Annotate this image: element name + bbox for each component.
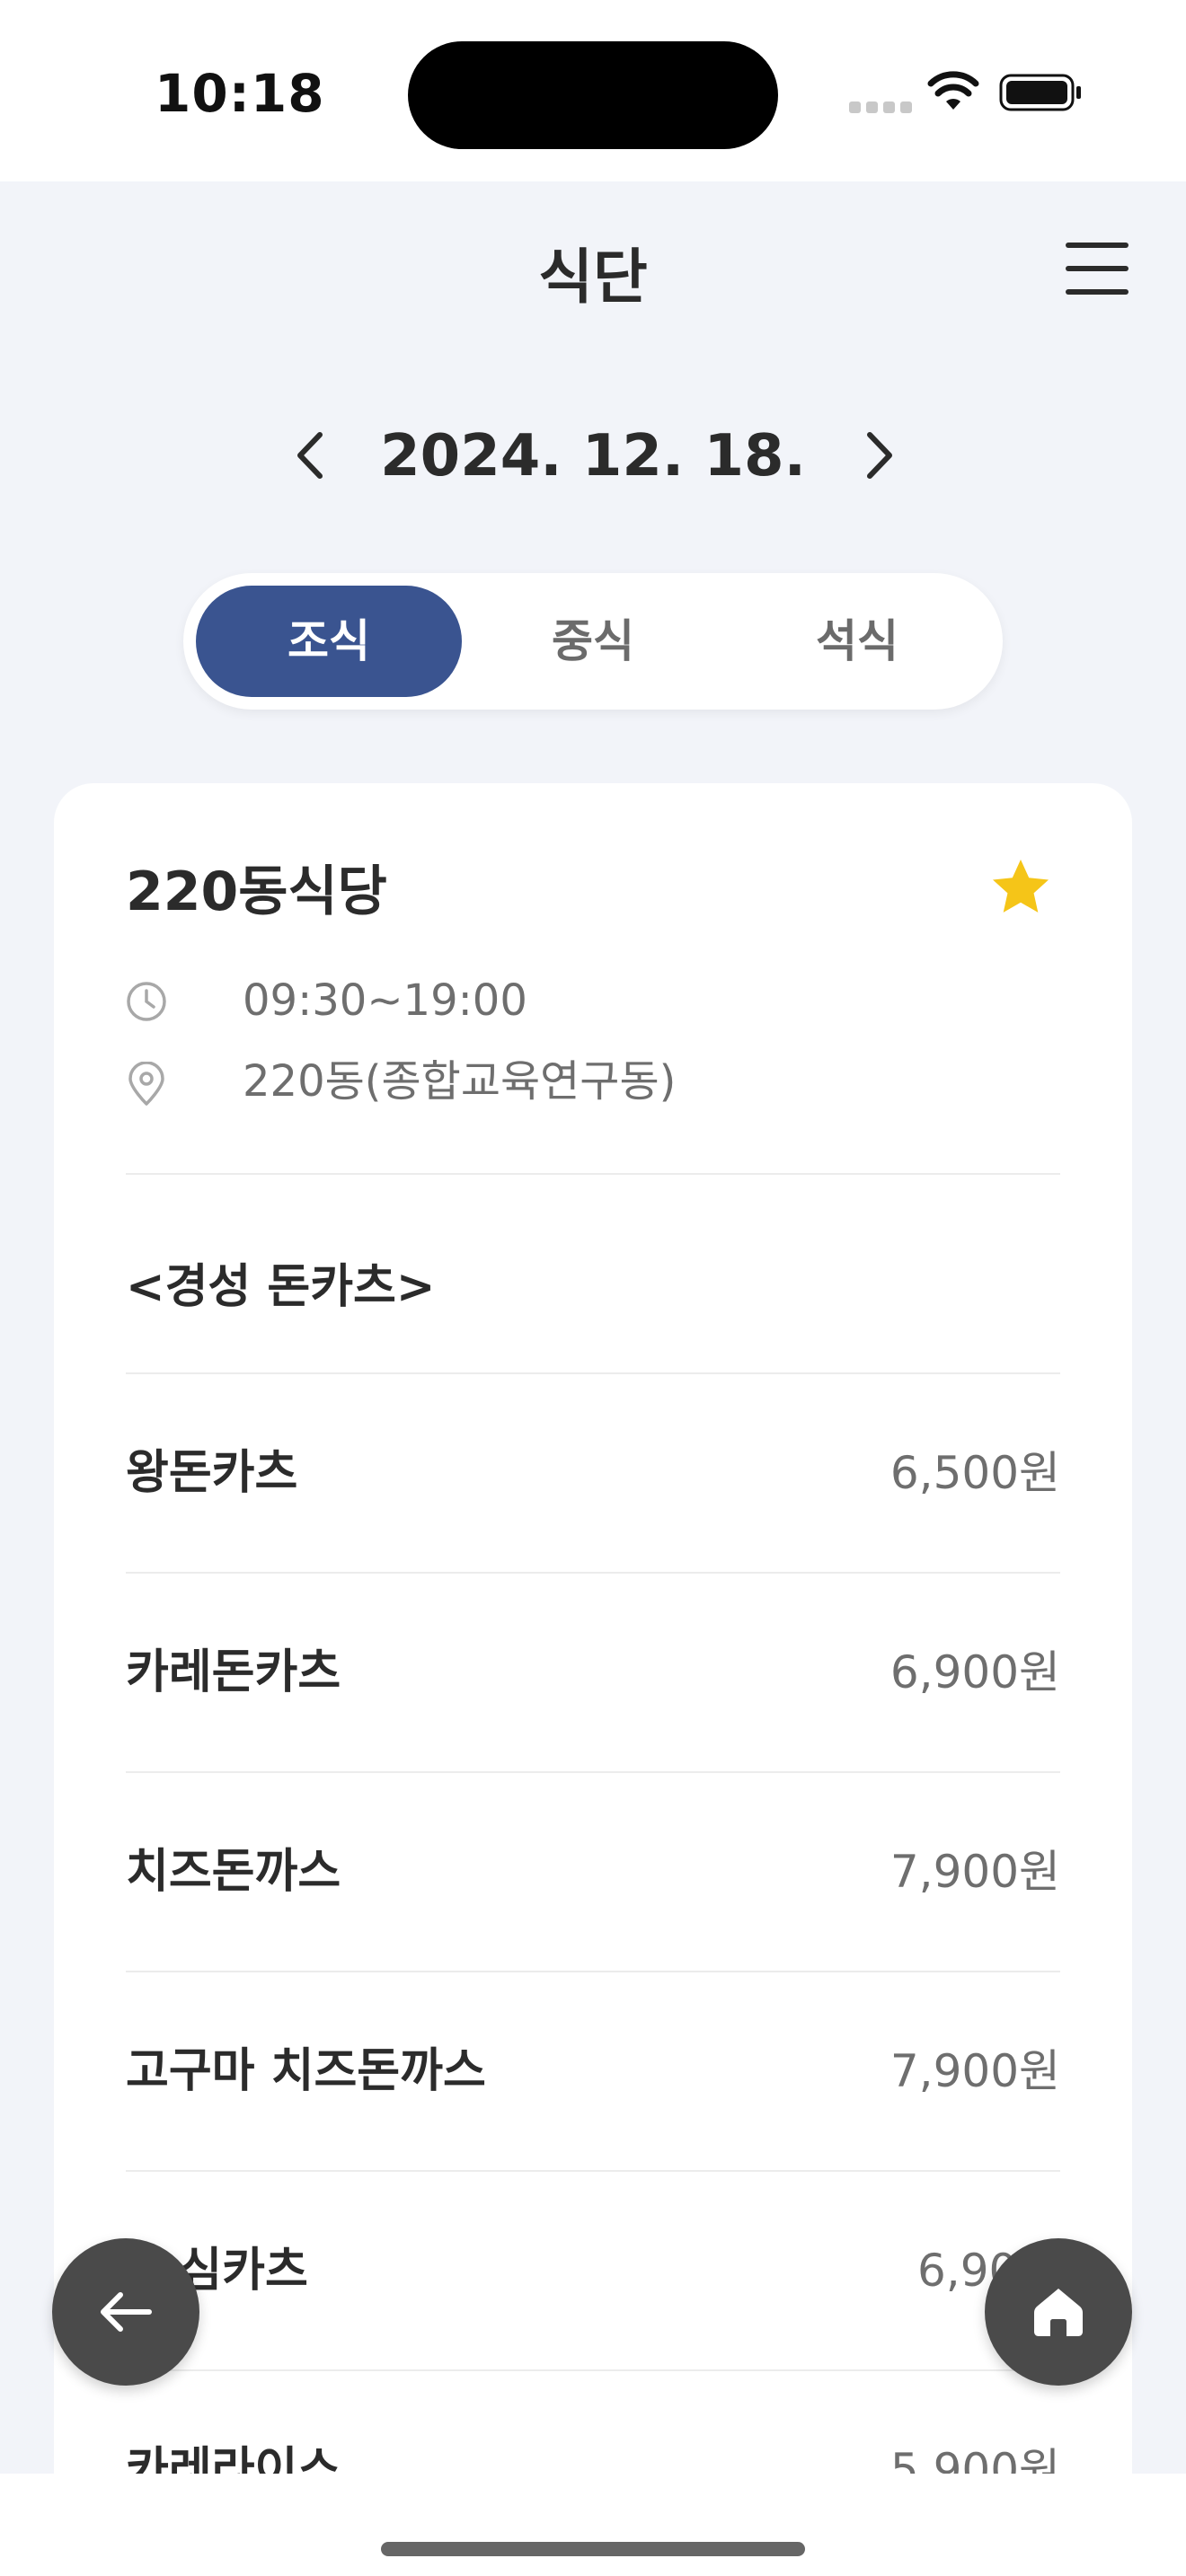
menu-item-name: 왕돈카츠 (126, 1446, 298, 1500)
arrow-left-icon (101, 2292, 152, 2332)
menu-item: 왕돈카츠 6,500원 (126, 1374, 1060, 1572)
hamburger-menu-button[interactable] (1066, 243, 1128, 298)
dynamic-island (408, 41, 778, 149)
restaurant-hours: 09:30~19:00 (243, 975, 527, 1026)
location-pin-icon (128, 1062, 164, 1106)
divider (126, 1173, 1060, 1175)
menu-item: 카레돈카츠 6,900원 (126, 1574, 1060, 1771)
restaurant-card: 220동식당 09:30~19:00 220동(종합교육연구동) <경성 돈카츠… (54, 783, 1132, 2576)
back-button[interactable] (52, 2238, 199, 2386)
battery-icon (999, 74, 1081, 111)
cellular-signal-icon (849, 101, 912, 113)
home-button[interactable] (985, 2238, 1132, 2386)
restaurant-name: 220동식당 (126, 860, 387, 923)
status-bar: 10:18 (0, 0, 1186, 181)
restaurant-location: 220동(종합교육연구동) (243, 1056, 677, 1107)
star-icon[interactable] (987, 853, 1055, 922)
page-title: 식단 (538, 243, 648, 312)
menu-item-name: 카레돈카츠 (126, 1645, 341, 1699)
menu-item: ...심카츠 6,90... (126, 2172, 1060, 2369)
home-indicator[interactable] (381, 2542, 805, 2556)
menu-item: 고구마 치즈돈까스 7,900원 (126, 1972, 1060, 2170)
chevron-right-icon[interactable] (852, 424, 906, 487)
current-date: 2024. 12. 18. (380, 423, 806, 490)
menu-section-title: <경성 돈카츠> (126, 1260, 436, 1314)
menu-item-name: 고구마 치즈돈까스 (126, 2044, 486, 2098)
status-time: 10:18 (155, 63, 325, 124)
chevron-left-icon[interactable] (284, 424, 338, 487)
bottom-safe-area (0, 2474, 1186, 2576)
tab-breakfast[interactable]: 조식 (196, 586, 462, 697)
menu-item-price: 6,900원 (890, 1646, 1060, 1698)
home-icon (1034, 2289, 1083, 2336)
tab-dinner[interactable]: 석식 (724, 586, 990, 697)
date-navigator: 2024. 12. 18. (0, 420, 1186, 492)
hamburger-icon-line (1066, 266, 1128, 271)
menu-item-price: 7,900원 (890, 1846, 1060, 1898)
menu-item-price: 7,900원 (890, 2045, 1060, 2097)
wifi-icon (927, 71, 979, 110)
menu-item-price: 6,500원 (890, 1447, 1060, 1499)
menu-item-name: 치즈돈까스 (126, 1845, 341, 1899)
tab-lunch[interactable]: 중식 (460, 586, 726, 697)
hamburger-icon-line (1066, 289, 1128, 295)
clock-icon (127, 982, 166, 1021)
meal-segmented-control: 조식 중식 석식 (183, 573, 1003, 710)
menu-item: 치즈돈까스 7,900원 (126, 1773, 1060, 1971)
hamburger-icon (1066, 243, 1128, 248)
